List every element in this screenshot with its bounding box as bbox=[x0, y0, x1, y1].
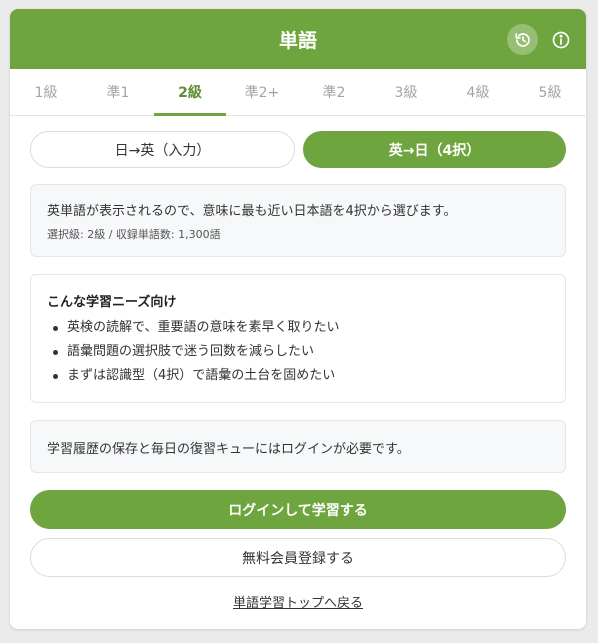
page-title: 単語 bbox=[278, 29, 317, 52]
needs-list: 英検の読解で、重要語の意味を素早く取りたい 語彙問題の選択肢で迷う回数を減らした… bbox=[47, 316, 549, 388]
tab-grade-1[interactable]: 1級 bbox=[10, 69, 82, 115]
info-button[interactable] bbox=[545, 24, 576, 55]
tab-grade-pre1[interactable]: 準1 bbox=[82, 69, 154, 115]
tab-grade-4[interactable]: 4級 bbox=[442, 69, 514, 115]
login-study-button[interactable]: ログインして学習する bbox=[30, 490, 566, 529]
list-item: 語彙問題の選択肢で迷う回数を減らしたい bbox=[47, 340, 549, 364]
mode-choice-button[interactable]: 英→日（4択） bbox=[303, 131, 566, 168]
header-bar: 単語 bbox=[10, 9, 586, 69]
info-icon bbox=[552, 31, 569, 48]
grade-tabs: 1級 準1 2級 準2+ 準2 3級 4級 5級 bbox=[10, 69, 586, 116]
list-item: まずは認識型（4択）で語彙の土台を固めたい bbox=[47, 364, 549, 388]
login-notice: 学習履歴の保存と毎日の復習キューにはログインが必要です。 bbox=[30, 420, 566, 473]
mode-input-button[interactable]: 日→英（入力） bbox=[30, 131, 295, 168]
description-meta: 選択級: 2級 / 収録単語数: 1,300語 bbox=[47, 228, 221, 241]
history-button[interactable] bbox=[507, 24, 538, 55]
tab-grade-2[interactable]: 2級 bbox=[154, 69, 226, 116]
word-study-card: 単語 1級 準1 2級 準2+ 準2 3級 4級 5級 日→英（入力） 英→日（… bbox=[10, 9, 586, 629]
list-item: 英検の読解で、重要語の意味を素早く取りたい bbox=[47, 316, 549, 340]
tab-grade-pre2[interactable]: 準2 bbox=[298, 69, 370, 115]
needs-title: こんな学習ニーズ向け bbox=[47, 295, 177, 310]
tab-grade-5[interactable]: 5級 bbox=[514, 69, 586, 115]
mode-toggle: 日→英（入力） 英→日（4択） bbox=[30, 131, 566, 168]
mode-description: 英単語が表示されるので、意味に最も近い日本語を4択から選びます。 選択級: 2級… bbox=[30, 184, 566, 257]
back-to-top-link[interactable]: 単語学習トップへ戻る bbox=[10, 592, 586, 611]
description-text: 英単語が表示されるので、意味に最も近い日本語を4択から選びます。 bbox=[47, 204, 457, 219]
tab-grade-3[interactable]: 3級 bbox=[370, 69, 442, 115]
history-icon bbox=[514, 32, 530, 47]
needs-panel: こんな学習ニーズ向け 英検の読解で、重要語の意味を素早く取りたい 語彙問題の選択… bbox=[30, 274, 566, 403]
tab-grade-pre2-plus[interactable]: 準2+ bbox=[226, 69, 298, 115]
register-button[interactable]: 無料会員登録する bbox=[30, 538, 566, 577]
